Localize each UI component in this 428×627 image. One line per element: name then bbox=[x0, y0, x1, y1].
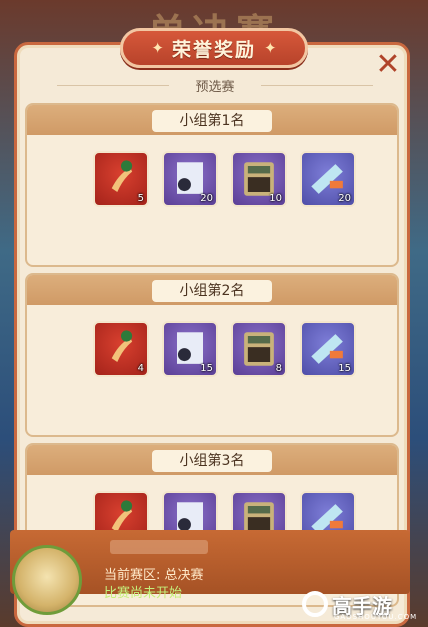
avatar[interactable] bbox=[12, 545, 82, 615]
item-quantity: 15 bbox=[200, 363, 213, 374]
certificate-scroll-icon[interactable]: 15 bbox=[162, 321, 218, 377]
sparkle-icon: ✦ bbox=[151, 39, 164, 57]
calculator-icon[interactable]: 8 bbox=[231, 321, 287, 377]
item-quantity: 20 bbox=[338, 193, 351, 204]
certificate-scroll-icon[interactable]: 20 bbox=[162, 151, 218, 207]
group-header: 小组第1名 bbox=[27, 105, 397, 135]
item-quantity: 15 bbox=[338, 363, 351, 374]
close-icon[interactable]: ✕ bbox=[372, 50, 404, 82]
sparkle-icon: ✦ bbox=[264, 39, 277, 57]
item-quantity: 8 bbox=[275, 363, 282, 374]
reward-group-rank-2: 小组第2名 4 15 8 15 bbox=[25, 273, 399, 437]
reward-items: 5 20 10 20 bbox=[93, 151, 356, 207]
player-name-blurred bbox=[110, 540, 208, 554]
reward-group-rank-1: 小组第1名 5 20 10 20 bbox=[25, 103, 399, 267]
dialog-title: 荣誉奖励 bbox=[171, 38, 256, 61]
current-zone-text: 当前赛区: 总决赛 bbox=[104, 568, 204, 583]
watermark-logo: 高手游 GAOSHOUYOU.COM bbox=[302, 584, 422, 624]
item-quantity: 5 bbox=[137, 193, 144, 204]
ginseng-root-icon[interactable]: 4 bbox=[93, 321, 149, 377]
group-header: 小组第3名 bbox=[27, 445, 397, 475]
calculator-icon[interactable]: 10 bbox=[231, 151, 287, 207]
group-label: 小组第2名 bbox=[152, 280, 272, 302]
item-quantity: 10 bbox=[269, 193, 282, 204]
group-header: 小组第2名 bbox=[27, 275, 397, 305]
group-label: 小组第1名 bbox=[152, 110, 272, 132]
g-logo-icon bbox=[302, 591, 328, 617]
divider bbox=[261, 85, 373, 86]
item-quantity: 4 bbox=[137, 363, 144, 374]
ginseng-root-icon[interactable]: 5 bbox=[93, 151, 149, 207]
dialog-title-banner: ✦ 荣誉奖励 ✦ bbox=[120, 28, 308, 68]
match-status-text: 比赛尚未开始 bbox=[104, 586, 183, 601]
item-quantity: 20 bbox=[200, 193, 213, 204]
ticket-tool-icon[interactable]: 15 bbox=[300, 321, 356, 377]
reward-items: 4 15 8 15 bbox=[93, 321, 356, 377]
watermark-site: GAOSHOUYOU.COM bbox=[334, 613, 418, 621]
ticket-tool-icon[interactable]: 20 bbox=[300, 151, 356, 207]
group-label: 小组第3名 bbox=[152, 450, 272, 472]
